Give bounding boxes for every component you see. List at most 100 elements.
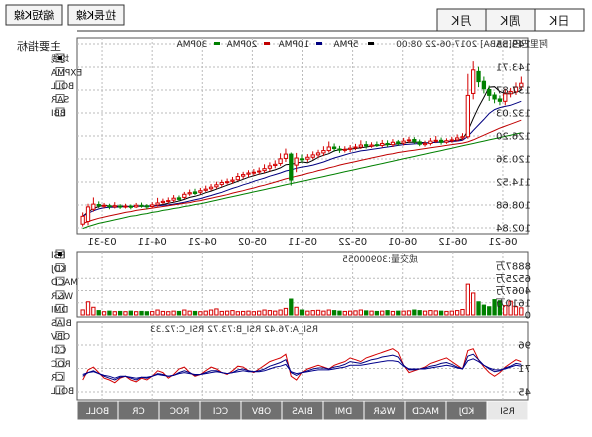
volume-bar bbox=[460, 308, 465, 316]
volume-bar bbox=[449, 310, 454, 316]
volume-bar bbox=[417, 310, 422, 316]
sub-indicator-boll[interactable]: BOLL bbox=[51, 385, 74, 397]
lengthen-k-button[interactable]: 拉長K線 bbox=[67, 4, 125, 26]
indicator-tab-boll[interactable]: BOLL bbox=[76, 400, 119, 421]
indicator-label: RSI bbox=[51, 251, 66, 261]
candle-body bbox=[487, 88, 492, 96]
indicator-tab-macd[interactable]: MACD bbox=[404, 400, 447, 421]
volume-bar bbox=[171, 310, 176, 316]
candle-body bbox=[481, 80, 487, 90]
candle-body bbox=[385, 142, 390, 146]
volume-tick: 1610万 bbox=[496, 298, 531, 309]
indicator-label: OBV bbox=[50, 333, 70, 343]
sub-indicator-kdj[interactable]: KDJ bbox=[51, 263, 67, 275]
candle-body bbox=[101, 204, 107, 207]
sub-indicator-cr[interactable]: CR bbox=[51, 371, 65, 383]
candle-body bbox=[347, 147, 353, 150]
sub-indicator-obv[interactable]: OBV bbox=[50, 331, 70, 343]
indicator-tab-roc[interactable]: ROC bbox=[158, 400, 201, 421]
volume-bar bbox=[117, 310, 123, 316]
volume-tick: 0 bbox=[525, 311, 531, 322]
volume-bar bbox=[123, 311, 128, 316]
candle-body bbox=[176, 197, 182, 200]
shorten-k-button[interactable]: 縮短K線 bbox=[5, 4, 63, 26]
volume-bar bbox=[150, 311, 155, 316]
volume-bar bbox=[283, 307, 289, 316]
volume-bar bbox=[454, 310, 460, 316]
volume-bar bbox=[444, 310, 449, 316]
candle-body bbox=[433, 139, 438, 142]
main-indicator-1[interactable]: 均线 bbox=[51, 53, 69, 65]
indicator-tab-bias[interactable]: BIAS bbox=[281, 400, 324, 421]
candle-body bbox=[267, 165, 273, 169]
volume-bar bbox=[251, 311, 257, 316]
candle-body bbox=[492, 94, 497, 100]
period-tab-1[interactable]: 月K bbox=[436, 8, 487, 32]
volume-bar bbox=[487, 306, 492, 316]
volume-bar bbox=[198, 311, 203, 316]
indicator-tab-cr[interactable]: CR bbox=[117, 400, 160, 421]
indicator-tab-kdj[interactable]: KDJ bbox=[445, 400, 488, 421]
volume-bar bbox=[139, 310, 144, 316]
period-tab-3[interactable]: 日K bbox=[534, 8, 585, 32]
price-tick: 143.71 bbox=[496, 63, 531, 74]
candle-body bbox=[80, 215, 85, 225]
volume-bar bbox=[380, 310, 385, 316]
candle-body bbox=[305, 156, 310, 160]
candle-body bbox=[460, 136, 465, 139]
indicator-label: SAR bbox=[51, 96, 69, 106]
volume-bar bbox=[96, 310, 101, 316]
candle-body bbox=[273, 163, 278, 167]
candle-body bbox=[294, 157, 299, 166]
volume-bar bbox=[224, 310, 230, 316]
sub-indicator-list: RSI KDJ MACD W&R DMI BIAS OBV CCI ROC CR BOLL bbox=[50, 249, 78, 397]
volume-bar bbox=[428, 310, 433, 316]
volume-bar bbox=[240, 310, 246, 316]
period-tab-2[interactable]: 周K bbox=[485, 8, 536, 32]
indicator-label: 均线 bbox=[51, 53, 69, 65]
indicator-tab-cci[interactable]: CCI bbox=[199, 400, 242, 421]
volume-bar bbox=[134, 311, 139, 316]
sub-indicator-rsi[interactable]: RSI bbox=[51, 249, 66, 261]
volume-bar bbox=[385, 310, 390, 316]
volume-bar bbox=[160, 310, 166, 316]
indicator-tab-wr[interactable]: W&R bbox=[363, 400, 406, 421]
indicator-label: BOLL bbox=[51, 82, 74, 92]
date-tick: 05-22 bbox=[338, 237, 367, 248]
price-tick: 102.84 bbox=[496, 224, 531, 235]
volume-bar bbox=[107, 310, 112, 316]
candle-body bbox=[214, 184, 219, 188]
indicator-tab-obv[interactable]: OBV bbox=[240, 400, 283, 421]
candle-body bbox=[342, 148, 347, 151]
candle-body bbox=[230, 179, 235, 182]
main-indicator-3[interactable]: BOLL bbox=[51, 80, 74, 92]
volume-bar bbox=[267, 310, 273, 316]
volume-bar bbox=[246, 310, 251, 316]
candle-body bbox=[224, 181, 230, 184]
legend-swatch bbox=[368, 42, 374, 45]
shorten-k-label: 縮短K線 bbox=[14, 8, 54, 22]
candle-body bbox=[465, 94, 470, 138]
volume-bar bbox=[401, 310, 406, 316]
candle-body bbox=[257, 170, 262, 173]
sub-indicator-bias[interactable]: BIAS bbox=[51, 317, 72, 329]
volume-bar bbox=[337, 310, 342, 316]
sub-indicator-macd[interactable]: MACD bbox=[51, 276, 78, 288]
indicator-tab-dmi[interactable]: DMI bbox=[322, 400, 365, 421]
indicator-tab-label: KDJ bbox=[459, 407, 475, 417]
main-indicator-5[interactable]: BBI bbox=[51, 107, 66, 119]
main-indicator-4[interactable]: SAR bbox=[51, 94, 69, 106]
volume-bar bbox=[128, 310, 133, 316]
candle-body bbox=[444, 140, 449, 143]
candle-body bbox=[289, 153, 294, 181]
sub-indicator-cci[interactable]: CCI bbox=[51, 344, 66, 356]
indicator-tab-rsi[interactable]: RSI bbox=[486, 400, 529, 421]
main-indicator-2[interactable]: EXPMA bbox=[50, 67, 82, 79]
sub-indicator-wr[interactable]: W&R bbox=[51, 290, 73, 302]
volume-bar bbox=[374, 310, 380, 316]
candle-body bbox=[134, 204, 139, 208]
indicator-label: CR bbox=[51, 373, 64, 383]
sub-indicator-dmi[interactable]: DMI bbox=[51, 303, 68, 315]
price-tick: 126.20 bbox=[496, 132, 531, 143]
sub-indicator-roc[interactable]: ROC bbox=[51, 358, 71, 370]
